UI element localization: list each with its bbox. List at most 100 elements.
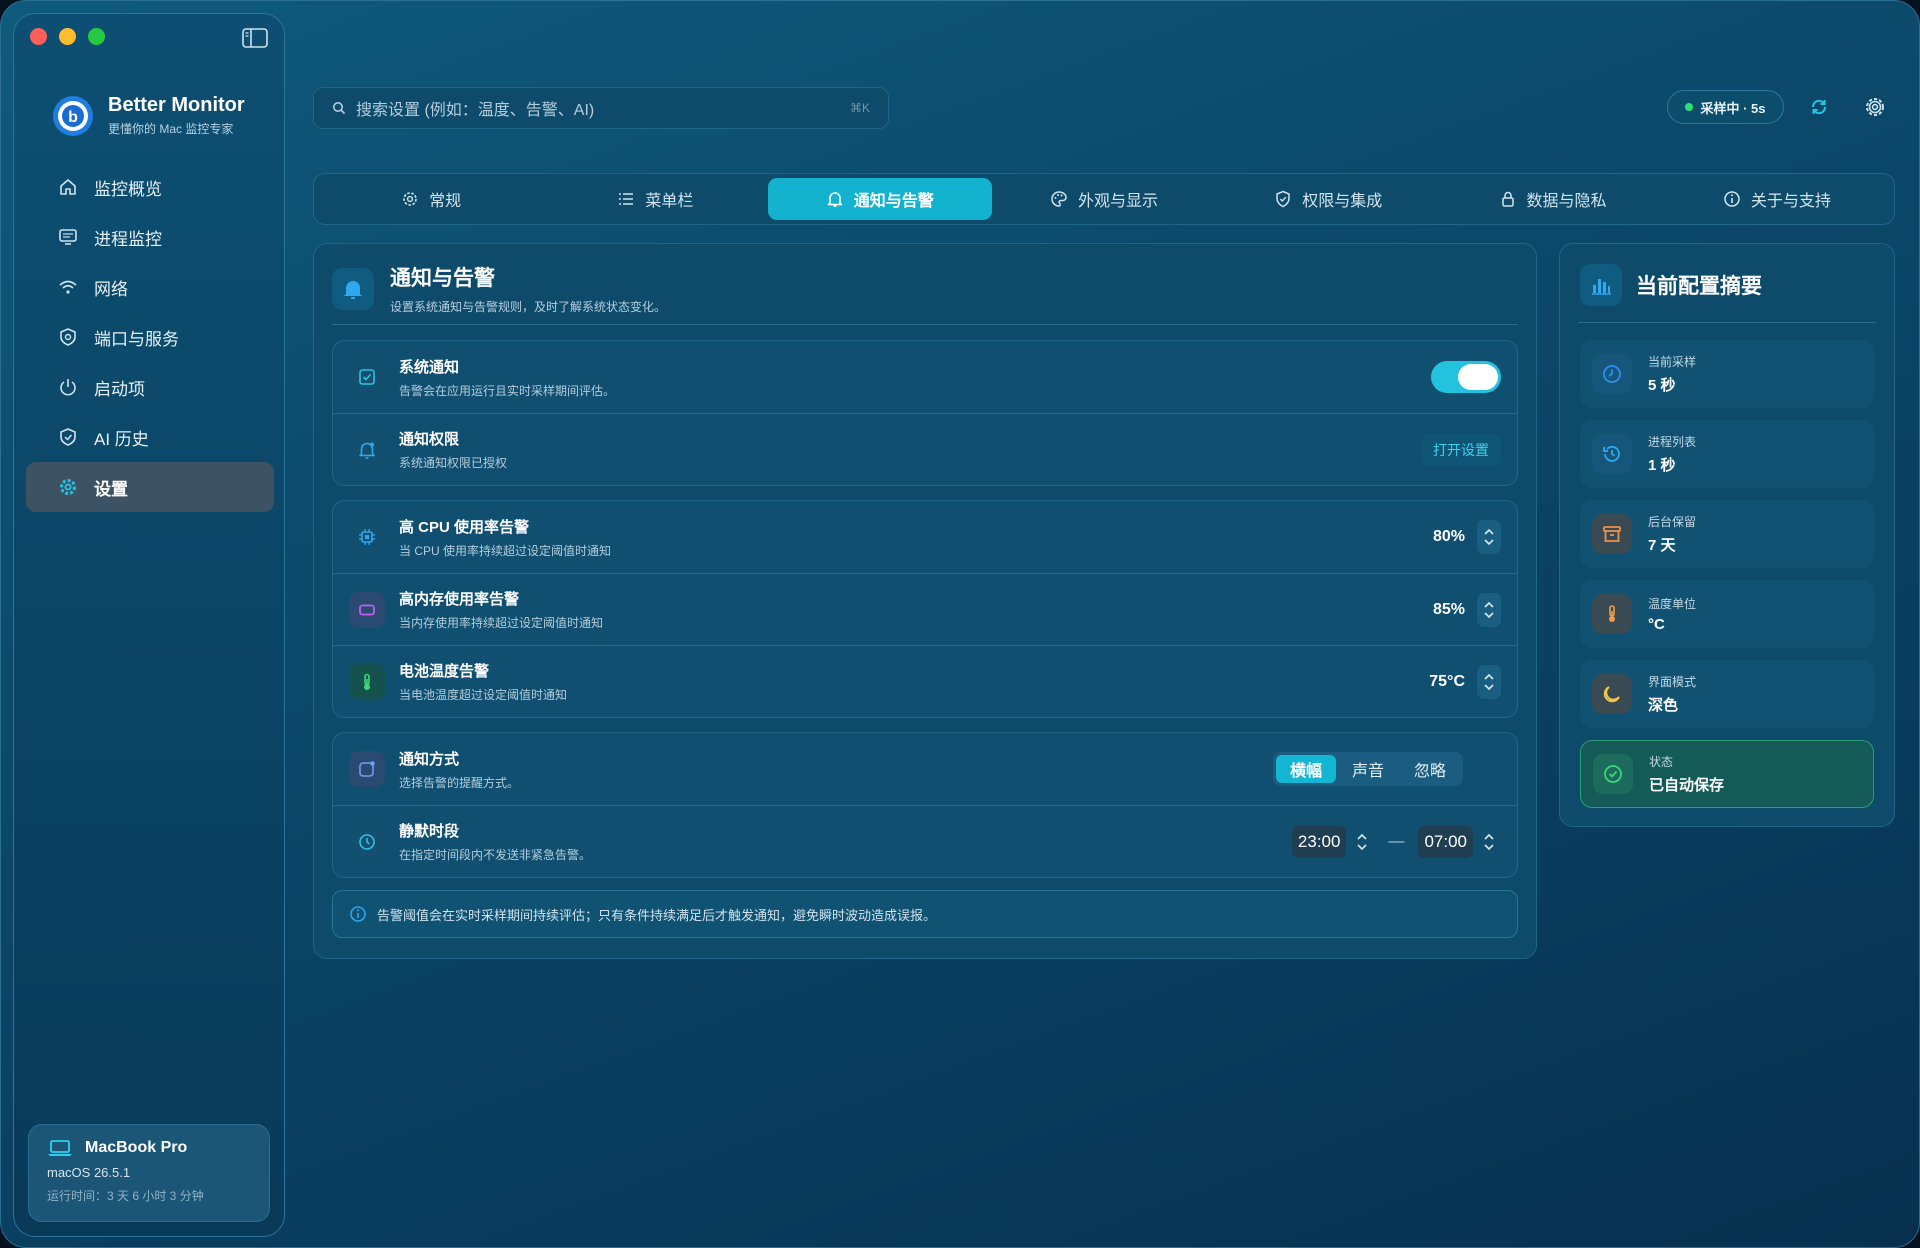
sampling-status-text: 采样中 · 5s bbox=[1700, 100, 1766, 116]
notify-method-sound[interactable]: 声音 bbox=[1338, 755, 1398, 783]
sidebar-item-network[interactable]: 网络 bbox=[26, 262, 274, 312]
list-icon bbox=[619, 193, 634, 205]
tab-permissions[interactable]: 权限与集成 bbox=[1216, 178, 1440, 220]
thermometer-icon bbox=[1609, 605, 1615, 622]
moon-icon bbox=[1603, 686, 1620, 703]
sidebar-item-processes[interactable]: 进程监控 bbox=[26, 212, 274, 262]
row-subtitle: 告警会在应用运行且实时采样期间评估。 bbox=[399, 383, 616, 398]
tab-privacy[interactable]: 数据与隐私 bbox=[1440, 178, 1664, 220]
row-subtitle: 当内存使用率持续超过设定阈值时通知 bbox=[399, 616, 604, 630]
notify-method-banner[interactable]: 横幅 bbox=[1276, 755, 1336, 783]
sidebar-item-startup[interactable]: 启动项 bbox=[26, 362, 274, 412]
battery-temp-stepper[interactable] bbox=[1477, 664, 1501, 699]
summary-item-theme: 界面模式 深色 bbox=[1580, 660, 1874, 728]
tab-about[interactable]: 关于与支持 bbox=[1665, 178, 1889, 220]
summary-item-process-list: 进程列表 1 秒 bbox=[1580, 420, 1874, 488]
cpu-threshold-stepper[interactable] bbox=[1477, 520, 1501, 554]
search-placeholder: 搜索设置 (例如：温度、告警、AI) bbox=[356, 102, 595, 119]
row-subtitle: 当 CPU 使用率持续超过设定阈值时通知 bbox=[399, 543, 612, 558]
notify-permission-row: 通知权限 系统通知权限已授权 打开设置 bbox=[333, 413, 1517, 485]
notify-method-ignore[interactable]: 忽略 bbox=[1400, 755, 1460, 783]
sidebar-item-settings[interactable]: 设置 bbox=[26, 462, 274, 512]
sidebar-item-label: AI 历史 bbox=[94, 429, 149, 449]
bell-icon bbox=[827, 192, 842, 207]
tab-label: 外观与显示 bbox=[1077, 193, 1158, 210]
row-title: 通知方式 bbox=[399, 750, 460, 768]
device-os: macOS 26.5.1 bbox=[47, 1165, 131, 1180]
memory-alert-row: 高内存使用率告警 当内存使用率持续超过设定阈值时通知 85% bbox=[333, 573, 1517, 645]
refresh-icon[interactable] bbox=[1807, 95, 1831, 119]
sidebar-item-overview[interactable]: 监控概览 bbox=[26, 162, 274, 212]
row-title: 高内存使用率告警 bbox=[399, 591, 520, 608]
summary-title: 当前配置摘要 bbox=[1636, 275, 1762, 298]
sidebar-item-label: 启动项 bbox=[94, 379, 145, 399]
tab-label: 菜单栏 bbox=[645, 193, 694, 210]
sidebar-toggle-icon[interactable] bbox=[242, 28, 268, 48]
chevron-up-icon bbox=[1484, 528, 1494, 535]
banner-icon bbox=[359, 761, 375, 777]
notify-method-row: 通知方式 选择告警的提醒方式。 横幅 声音 忽略 bbox=[333, 733, 1517, 805]
row-subtitle: 当电池温度超过设定阈值时通知 bbox=[399, 688, 568, 702]
sidebar-item-label: 网络 bbox=[94, 279, 128, 299]
sidebar-item-label: 端口与服务 bbox=[94, 329, 179, 349]
summary-label: 进程列表 bbox=[1648, 435, 1697, 449]
shield-check-icon bbox=[1276, 190, 1290, 208]
tab-general[interactable]: 常规 bbox=[319, 178, 543, 220]
sidebar-item-ports[interactable]: 端口与服务 bbox=[26, 312, 274, 362]
sidebar: b Better Monitor 更懂你的 Mac 监控专家 监控概览 进程监控… bbox=[13, 13, 285, 1237]
cpu-alert-row: 高 CPU 使用率告警 当 CPU 使用率持续超过设定阈值时通知 80% bbox=[333, 501, 1517, 573]
quiet-end-input[interactable]: 07:00 bbox=[1418, 825, 1473, 858]
row-subtitle: 选择告警的提醒方式。 bbox=[399, 775, 520, 790]
palette-icon bbox=[1051, 191, 1067, 207]
bell-badge-icon bbox=[359, 442, 375, 459]
system-notify-toggle[interactable] bbox=[1431, 361, 1501, 393]
open-settings-button[interactable]: 打开设置 bbox=[1421, 433, 1501, 466]
tab-menubar[interactable]: 菜单栏 bbox=[543, 178, 767, 220]
panel-subtitle: 设置系统通知与告警规则，及时了解系统状态变化。 bbox=[390, 300, 667, 314]
chevron-down-icon bbox=[1357, 843, 1368, 850]
tab-appearance[interactable]: 外观与显示 bbox=[992, 178, 1216, 220]
summary-item-retention: 后台保留 7 天 bbox=[1580, 500, 1874, 568]
chevron-down-icon bbox=[1484, 539, 1494, 546]
chevron-down-icon bbox=[1484, 843, 1494, 850]
notifications-panel: 通知与告警 设置系统通知与告警规则，及时了解系统状态变化。 系统通知 告警会在应… bbox=[313, 243, 1537, 959]
row-title: 高 CPU 使用率告警 bbox=[399, 518, 530, 536]
row-title: 通知权限 bbox=[399, 431, 460, 448]
device-name: MacBook Pro bbox=[85, 1139, 188, 1156]
config-summary-panel: 当前配置摘要 当前采样 5 秒 进程列表 1 秒 后台保留 7 天 温度单位 °… bbox=[1559, 243, 1895, 827]
panel-title: 通知与告警 bbox=[390, 267, 495, 290]
chevron-down-icon bbox=[1484, 611, 1494, 618]
quiet-start-stepper[interactable] bbox=[1350, 825, 1374, 859]
sidebar-item-label: 监控概览 bbox=[94, 179, 162, 199]
minimize-window-button[interactable] bbox=[59, 28, 76, 45]
bell-icon bbox=[344, 280, 362, 299]
tab-notifications[interactable]: 通知与告警 bbox=[767, 178, 992, 220]
tab-label: 权限与集成 bbox=[1302, 193, 1383, 210]
summary-label: 界面模式 bbox=[1648, 675, 1697, 689]
chevron-up-icon bbox=[1484, 601, 1494, 608]
info-icon bbox=[1724, 191, 1740, 207]
quiet-end-stepper[interactable] bbox=[1477, 825, 1501, 859]
search-input[interactable]: 搜索设置 (例如：温度、告警、AI) ⌘K bbox=[313, 87, 889, 129]
threshold-group: 高 CPU 使用率告警 当 CPU 使用率持续超过设定阈值时通知 80% 高内存… bbox=[332, 500, 1518, 718]
zoom-window-button[interactable] bbox=[88, 28, 105, 45]
quiet-start-input[interactable]: 23:00 bbox=[1291, 825, 1347, 858]
memory-threshold-stepper[interactable] bbox=[1477, 592, 1501, 627]
gear-icon bbox=[60, 479, 76, 495]
summary-value: °C bbox=[1648, 616, 1665, 633]
history-icon bbox=[1603, 446, 1620, 462]
sampling-status-badge[interactable]: 采样中 · 5s bbox=[1667, 90, 1784, 124]
gear-icon[interactable] bbox=[1863, 95, 1887, 119]
sidebar-item-ai-history[interactable]: AI 历史 bbox=[26, 412, 274, 462]
window-controls bbox=[30, 28, 105, 45]
row-title: 静默时段 bbox=[399, 823, 460, 840]
sidebar-nav: 监控概览 进程监控 网络 端口与服务 启动项 AI 历史 设置 bbox=[26, 162, 274, 512]
checkbox-icon bbox=[359, 369, 375, 385]
app-logo-icon: b bbox=[53, 95, 93, 136]
system-notify-row: 系统通知 告警会在应用运行且实时采样期间评估。 bbox=[333, 341, 1517, 413]
close-window-button[interactable] bbox=[30, 28, 47, 45]
tab-label: 通知与告警 bbox=[853, 193, 934, 210]
power-icon bbox=[60, 379, 76, 396]
delivery-group: 通知方式 选择告警的提醒方式。 横幅 声音 忽略 静默时段 在指定时间段内不发送… bbox=[332, 732, 1518, 878]
info-icon bbox=[350, 906, 366, 922]
